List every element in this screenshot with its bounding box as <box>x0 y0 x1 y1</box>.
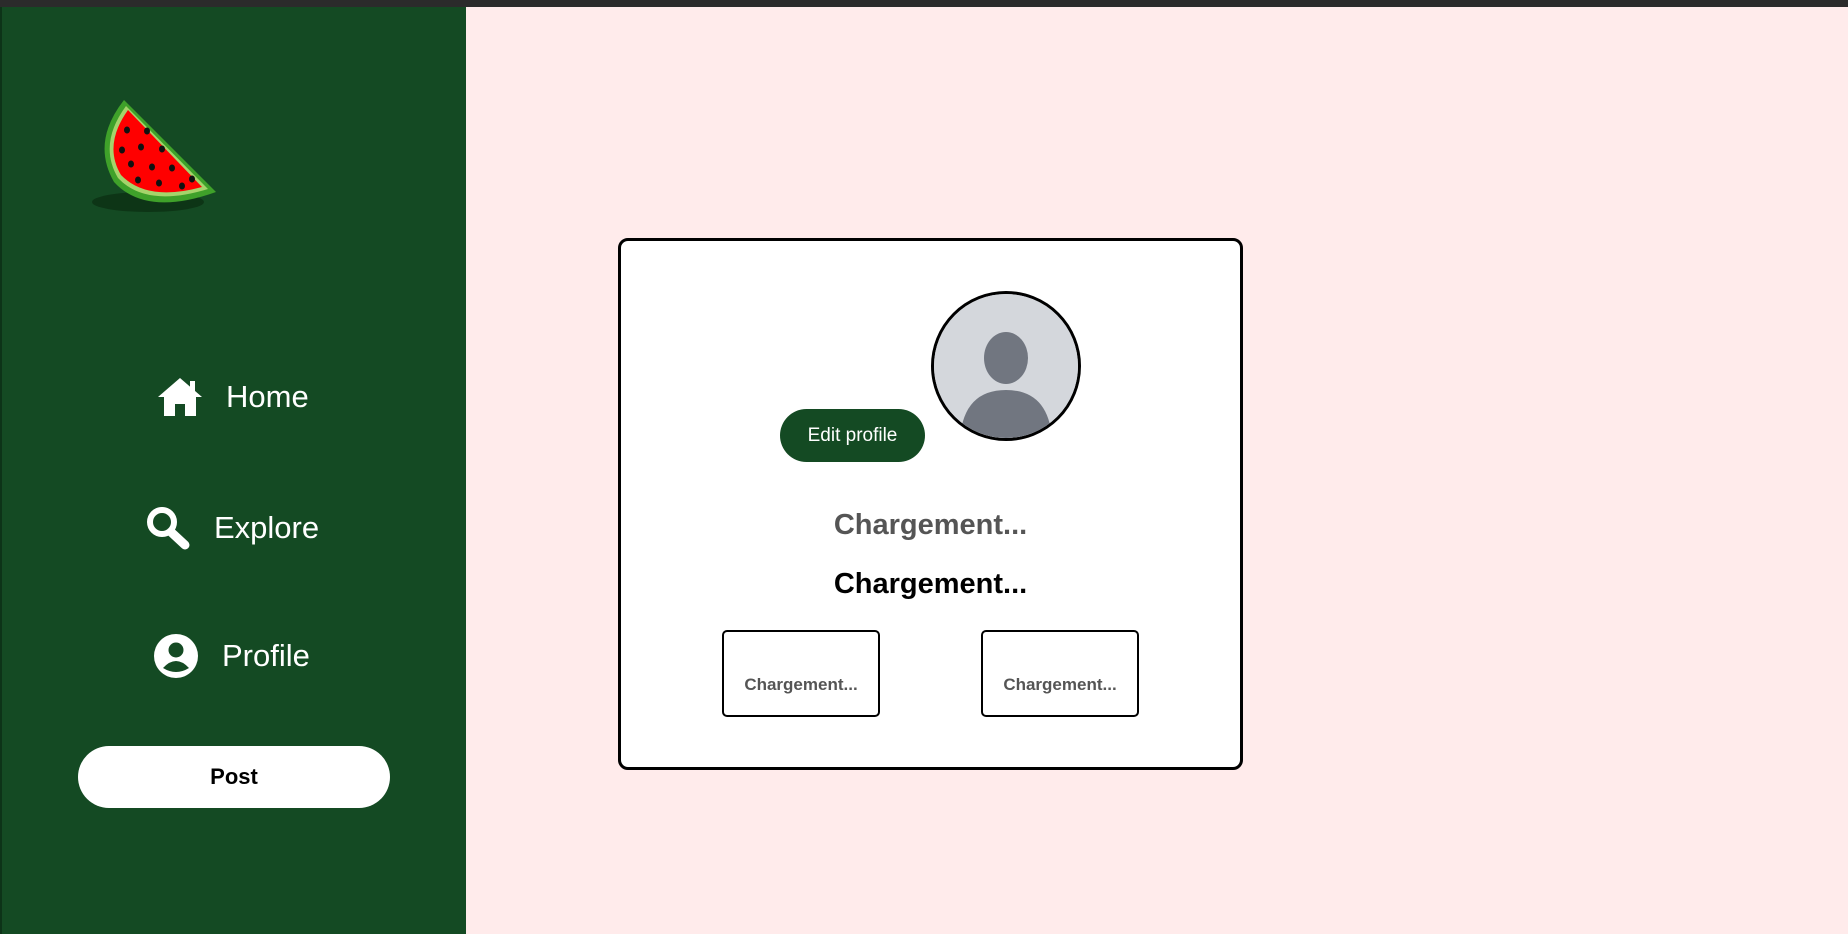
profile-display-name: Chargement... <box>833 509 1028 541</box>
stat-box-2[interactable]: Chargement... <box>981 630 1139 717</box>
search-icon <box>144 505 192 551</box>
nav-explore-label: Explore <box>214 510 320 545</box>
stat-value: Chargement... <box>744 675 858 694</box>
home-icon <box>156 376 204 418</box>
edit-profile-button[interactable]: Edit profile <box>780 409 925 462</box>
stat-value: Chargement... <box>1003 675 1117 694</box>
watermelon-logo-icon[interactable] <box>86 92 226 222</box>
nav-profile[interactable]: Profile <box>152 633 310 679</box>
default-avatar-icon[interactable] <box>931 291 1081 441</box>
window-top-bar <box>0 0 1848 7</box>
nav-profile-label: Profile <box>222 638 310 673</box>
stat-box-1[interactable]: Chargement... <box>722 630 880 717</box>
user-circle-icon <box>152 633 200 679</box>
post-button[interactable]: Post <box>78 746 390 808</box>
nav-explore[interactable]: Explore <box>144 505 319 551</box>
profile-card <box>618 238 1243 770</box>
nav-home-label: Home <box>226 379 309 414</box>
nav-home[interactable]: Home <box>156 376 309 418</box>
profile-username: Chargement... <box>833 568 1028 600</box>
